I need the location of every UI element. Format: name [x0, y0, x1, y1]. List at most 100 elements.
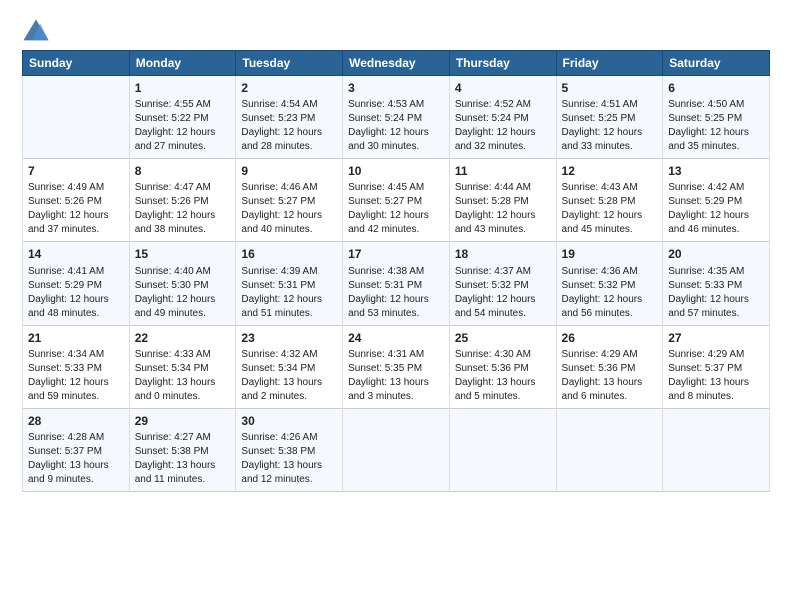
calendar-cell: 10 Sunrise: 4:45 AM Sunset: 5:27 PM Dayli… [343, 159, 450, 242]
week-row-5: 28 Sunrise: 4:28 AM Sunset: 5:37 PM Dayli… [23, 408, 770, 491]
calendar-cell: 14Sunrise: 4:41 AM Sunset: 5:29 PM Dayli… [23, 242, 130, 325]
calendar-cell: 12 Sunrise: 4:43 AM Sunset: 5:28 PM Dayli… [556, 159, 663, 242]
day-number: 8 [135, 163, 231, 179]
day-number: 20 [668, 246, 764, 262]
week-row-4: 21 Sunrise: 4:34 AM Sunset: 5:33 PM Dayli… [23, 325, 770, 408]
cell-content: Sunrise: 4:31 AM Sunset: 5:35 PM Dayligh… [348, 348, 444, 404]
cell-content: Sunrise: 4:52 AM Sunset: 5:24 PM Dayligh… [455, 98, 551, 154]
day-number: 25 [455, 330, 551, 346]
calendar-cell: 7Sunrise: 4:49 AM Sunset: 5:26 PM Daylig… [23, 159, 130, 242]
cell-content: Sunrise: 4:32 AM Sunset: 5:34 PM Dayligh… [241, 348, 337, 404]
calendar-cell: 18Sunrise: 4:37 AM Sunset: 5:32 PM Dayli… [449, 242, 556, 325]
day-number: 19 [562, 246, 658, 262]
cell-content: Sunrise: 4:36 AM Sunset: 5:32 PM Dayligh… [562, 265, 658, 321]
cell-content: Sunrise: 4:40 AM Sunset: 5:30 PM Dayligh… [135, 265, 231, 321]
day-number: 29 [135, 413, 231, 429]
day-number: 23 [241, 330, 337, 346]
day-number: 12 [562, 163, 658, 179]
day-number: 5 [562, 80, 658, 96]
cell-content: Sunrise: 4:50 AM Sunset: 5:25 PM Dayligh… [668, 98, 764, 154]
cell-content: Sunrise: 4:29 AM Sunset: 5:37 PM Dayligh… [668, 348, 764, 404]
logo-icon [22, 18, 50, 46]
day-number: 7 [28, 163, 124, 179]
day-number: 4 [455, 80, 551, 96]
day-number: 9 [241, 163, 337, 179]
cell-content: Sunrise: 4:51 AM Sunset: 5:25 PM Dayligh… [562, 98, 658, 154]
cell-content: Sunrise: 4:46 AM Sunset: 5:27 PM Dayligh… [241, 181, 337, 237]
day-number: 22 [135, 330, 231, 346]
calendar-cell: 9 Sunrise: 4:46 AM Sunset: 5:27 PM Daylig… [236, 159, 343, 242]
day-number: 6 [668, 80, 764, 96]
day-number: 2 [241, 80, 337, 96]
header-sunday: Sunday [23, 51, 130, 76]
day-number: 24 [348, 330, 444, 346]
cell-content: Sunrise: 4:30 AM Sunset: 5:36 PM Dayligh… [455, 348, 551, 404]
calendar-cell: 27 Sunrise: 4:29 AM Sunset: 5:37 PM Dayli… [663, 325, 770, 408]
calendar-cell: 8 Sunrise: 4:47 AM Sunset: 5:26 PM Daylig… [129, 159, 236, 242]
calendar-cell [449, 408, 556, 491]
calendar-cell: 21 Sunrise: 4:34 AM Sunset: 5:33 PM Dayli… [23, 325, 130, 408]
calendar-cell [663, 408, 770, 491]
cell-content: Sunrise: 4:27 AM Sunset: 5:38 PM Dayligh… [135, 431, 231, 487]
cell-content: Sunrise: 4:34 AM Sunset: 5:33 PM Dayligh… [28, 348, 124, 404]
header-tuesday: Tuesday [236, 51, 343, 76]
day-number: 26 [562, 330, 658, 346]
header-wednesday: Wednesday [343, 51, 450, 76]
cell-content: Sunrise: 4:38 AM Sunset: 5:31 PM Dayligh… [348, 265, 444, 321]
calendar-cell: 22 Sunrise: 4:33 AM Sunset: 5:34 PM Dayli… [129, 325, 236, 408]
calendar-cell: 2 Sunrise: 4:54 AM Sunset: 5:23 PM Daylig… [236, 76, 343, 159]
day-number: 15 [135, 246, 231, 262]
header-monday: Monday [129, 51, 236, 76]
calendar-cell: 3 Sunrise: 4:53 AM Sunset: 5:24 PM Daylig… [343, 76, 450, 159]
cell-content: Sunrise: 4:54 AM Sunset: 5:23 PM Dayligh… [241, 98, 337, 154]
day-number: 17 [348, 246, 444, 262]
cell-content: Sunrise: 4:37 AM Sunset: 5:32 PM Dayligh… [455, 265, 551, 321]
calendar-cell: 24 Sunrise: 4:31 AM Sunset: 5:35 PM Dayli… [343, 325, 450, 408]
calendar-cell: 17 Sunrise: 4:38 AM Sunset: 5:31 PM Dayli… [343, 242, 450, 325]
cell-content: Sunrise: 4:44 AM Sunset: 5:28 PM Dayligh… [455, 181, 551, 237]
header-friday: Friday [556, 51, 663, 76]
header-row [22, 18, 770, 46]
cell-content: Sunrise: 4:29 AM Sunset: 5:36 PM Dayligh… [562, 348, 658, 404]
calendar-cell: 1Sunrise: 4:55 AM Sunset: 5:22 PM Daylig… [129, 76, 236, 159]
cell-content: Sunrise: 4:43 AM Sunset: 5:28 PM Dayligh… [562, 181, 658, 237]
day-number: 30 [241, 413, 337, 429]
day-number: 21 [28, 330, 124, 346]
calendar-cell: 15 Sunrise: 4:40 AM Sunset: 5:30 PM Dayli… [129, 242, 236, 325]
cell-content: Sunrise: 4:47 AM Sunset: 5:26 PM Dayligh… [135, 181, 231, 237]
calendar-cell: 28 Sunrise: 4:28 AM Sunset: 5:37 PM Dayli… [23, 408, 130, 491]
calendar-cell: 25 Sunrise: 4:30 AM Sunset: 5:36 PM Dayli… [449, 325, 556, 408]
day-number: 28 [28, 413, 124, 429]
header-thursday: Thursday [449, 51, 556, 76]
cell-content: Sunrise: 4:42 AM Sunset: 5:29 PM Dayligh… [668, 181, 764, 237]
day-number: 27 [668, 330, 764, 346]
calendar-cell: 23 Sunrise: 4:32 AM Sunset: 5:34 PM Dayli… [236, 325, 343, 408]
cell-content: Sunrise: 4:39 AM Sunset: 5:31 PM Dayligh… [241, 265, 337, 321]
day-number: 11 [455, 163, 551, 179]
cell-content: Sunrise: 4:26 AM Sunset: 5:38 PM Dayligh… [241, 431, 337, 487]
calendar-cell [556, 408, 663, 491]
day-number: 16 [241, 246, 337, 262]
header-saturday: Saturday [663, 51, 770, 76]
cell-content: Sunrise: 4:35 AM Sunset: 5:33 PM Dayligh… [668, 265, 764, 321]
calendar-cell: 30 Sunrise: 4:26 AM Sunset: 5:38 PM Dayli… [236, 408, 343, 491]
calendar-cell: 11 Sunrise: 4:44 AM Sunset: 5:28 PM Dayli… [449, 159, 556, 242]
week-row-1: 1Sunrise: 4:55 AM Sunset: 5:22 PM Daylig… [23, 76, 770, 159]
week-row-3: 14Sunrise: 4:41 AM Sunset: 5:29 PM Dayli… [23, 242, 770, 325]
calendar-cell [23, 76, 130, 159]
cell-content: Sunrise: 4:41 AM Sunset: 5:29 PM Dayligh… [28, 265, 124, 321]
cell-content: Sunrise: 4:53 AM Sunset: 5:24 PM Dayligh… [348, 98, 444, 154]
calendar-cell: 19 Sunrise: 4:36 AM Sunset: 5:32 PM Dayli… [556, 242, 663, 325]
cell-content: Sunrise: 4:28 AM Sunset: 5:37 PM Dayligh… [28, 431, 124, 487]
day-number: 3 [348, 80, 444, 96]
day-number: 10 [348, 163, 444, 179]
calendar-cell: 16 Sunrise: 4:39 AM Sunset: 5:31 PM Dayli… [236, 242, 343, 325]
calendar-cell: 13 Sunrise: 4:42 AM Sunset: 5:29 PM Dayli… [663, 159, 770, 242]
day-number: 1 [135, 80, 231, 96]
calendar-header-row: SundayMondayTuesdayWednesdayThursdayFrid… [23, 51, 770, 76]
cell-content: Sunrise: 4:33 AM Sunset: 5:34 PM Dayligh… [135, 348, 231, 404]
logo [22, 18, 54, 46]
cell-content: Sunrise: 4:45 AM Sunset: 5:27 PM Dayligh… [348, 181, 444, 237]
day-number: 13 [668, 163, 764, 179]
page-container: SundayMondayTuesdayWednesdayThursdayFrid… [0, 0, 792, 502]
